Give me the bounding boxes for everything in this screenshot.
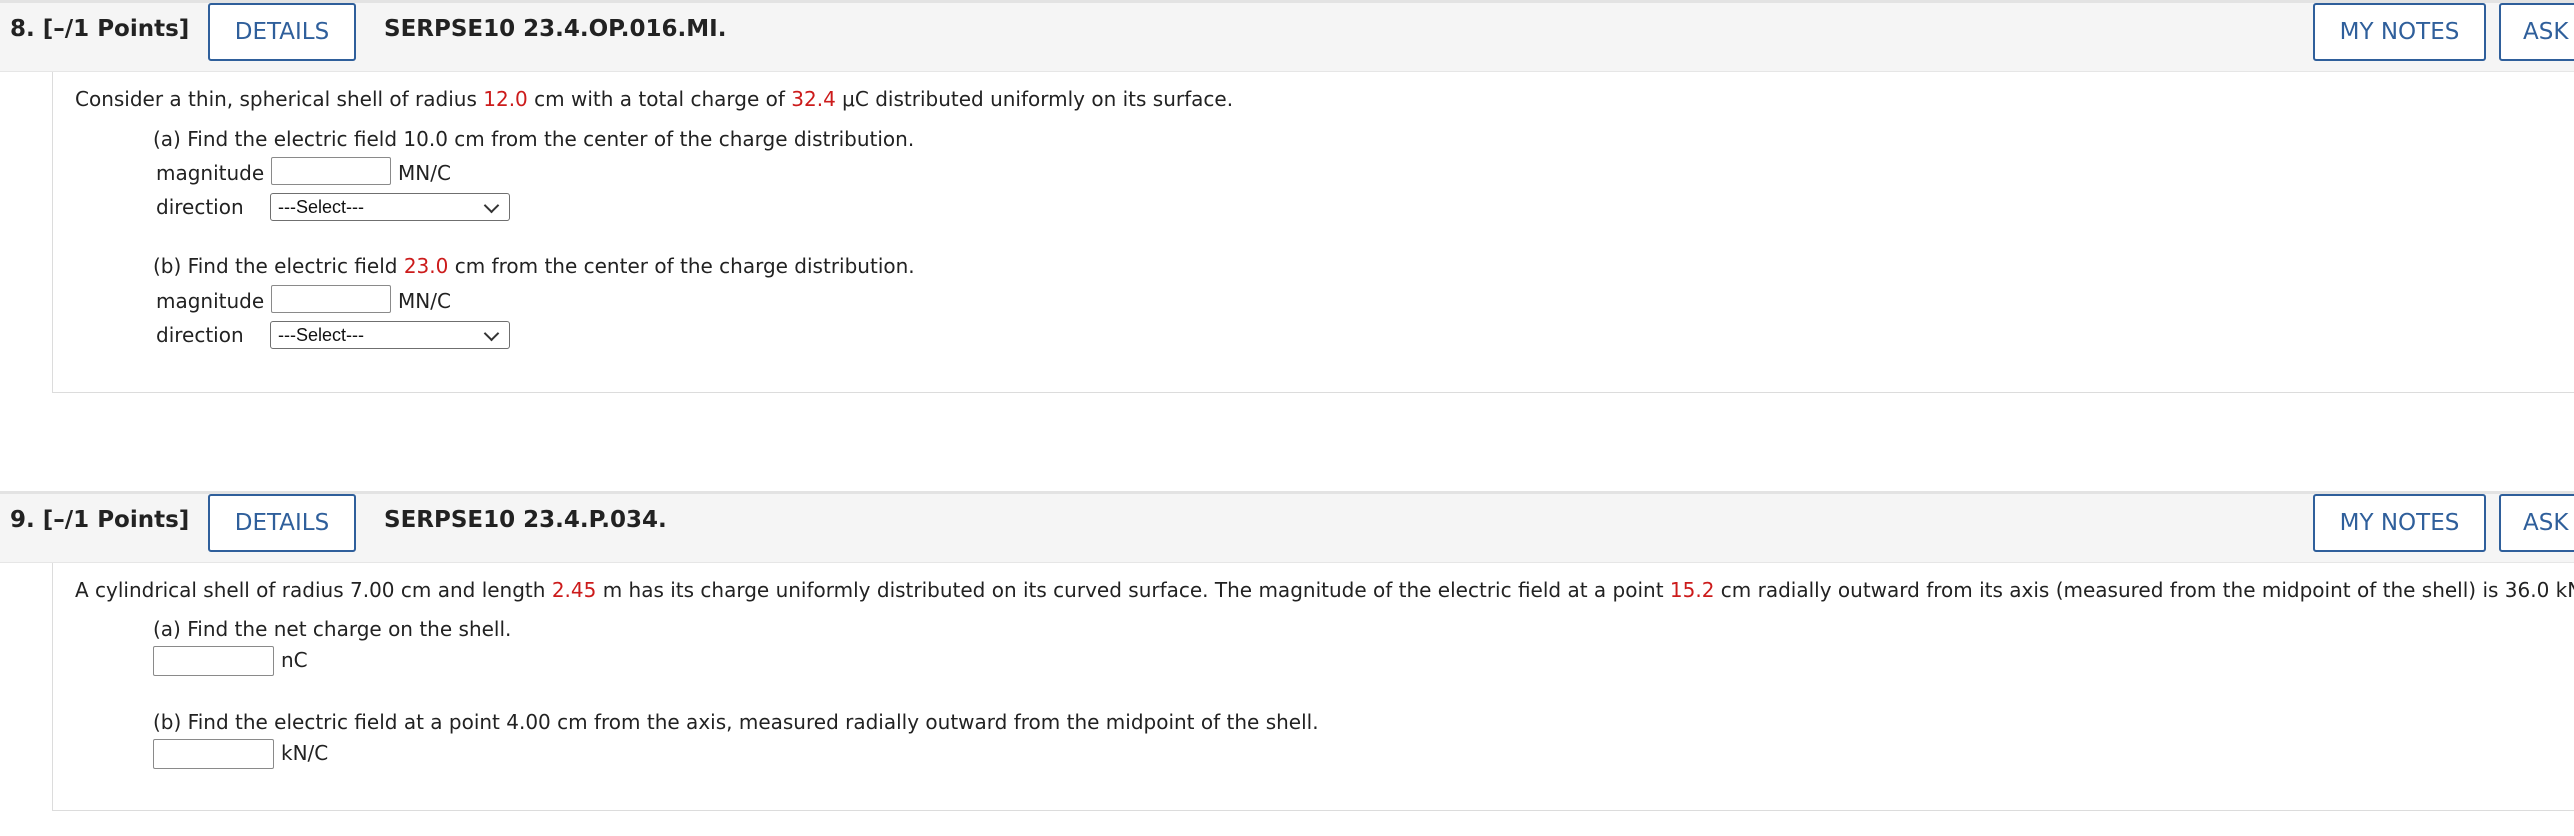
question-9-prompt: A cylindrical shell of radius 7.00 cm an… — [75, 578, 2574, 602]
question-9-part-b-unit: kN/C — [281, 741, 329, 765]
question-9-part-b-text: (b) Find the electric field at a point 4… — [153, 710, 1319, 734]
question-8-details-button[interactable]: DETAILS — [208, 3, 356, 61]
question-8-part-b-magnitude-label: magnitude — [156, 289, 265, 313]
question-8-part-a-text: (a) Find the electric field 10.0 cm from… — [153, 127, 915, 151]
question-9-details-button[interactable]: DETAILS — [208, 494, 356, 552]
question-9-code: SERPSE10 23.4.P.034. — [384, 507, 667, 533]
question-8-charge-value: 32.4 — [791, 87, 836, 111]
question-9-number: 9. [–/1 Points] — [10, 507, 190, 533]
question-8-prompt: Consider a thin, spherical shell of radi… — [75, 87, 1234, 111]
question-9-ask-button[interactable]: ASK — [2499, 494, 2574, 552]
question-8-my-notes-button[interactable]: MY NOTES — [2313, 3, 2486, 61]
question-8-number: 8. [–/1 Points] — [10, 16, 190, 42]
question-8-ask-button[interactable]: ASK — [2499, 3, 2574, 61]
question-8-part-b-direction-select[interactable]: ---Select--- — [270, 321, 510, 349]
question-8-part-b-direction-selected: ---Select--- — [278, 325, 364, 345]
question-9-part-a-answer-input[interactable] — [153, 646, 274, 676]
question-9-my-notes-button[interactable]: MY NOTES — [2313, 494, 2486, 552]
question-8-part-b-magnitude-input[interactable] — [271, 285, 391, 313]
question-8-part-a-magnitude-input[interactable] — [271, 157, 391, 185]
question-9-length-value: 2.45 — [551, 578, 597, 602]
question-9-part-a-text: (a) Find the net charge on the shell. — [153, 617, 512, 641]
question-8-code: SERPSE10 23.4.OP.016.MI. — [384, 16, 727, 42]
question-9-part-a-unit: nC — [281, 648, 308, 672]
question-8-part-b-direction-label: direction — [156, 323, 244, 347]
question-8-part-b-text: (b) Find the electric field 23.0 cm from… — [153, 254, 915, 278]
question-8-part-b-distance-value: 23.0 — [403, 254, 449, 278]
question-8-radius-value: 12.0 — [483, 87, 528, 111]
question-8-header: 8. [–/1 Points] DETAILS SERPSE10 23.4.OP… — [0, 0, 2574, 72]
question-8-part-a-direction-label: direction — [156, 195, 244, 219]
question-8-part-a-unit: MN/C — [398, 161, 451, 185]
question-8-part-a-magnitude-label: magnitude — [156, 161, 265, 185]
question-8-part-b-unit: MN/C — [398, 289, 451, 313]
chevron-down-icon — [483, 197, 500, 214]
question-8-part-a-direction-selected: ---Select--- — [278, 197, 364, 217]
question-8-part-a-direction-select[interactable]: ---Select--- — [270, 193, 510, 221]
question-9-header: 9. [–/1 Points] DETAILS SERPSE10 23.4.P.… — [0, 491, 2574, 563]
question-9-part-b-answer-input[interactable] — [153, 739, 274, 769]
chevron-down-icon — [483, 325, 500, 342]
question-9-distance-value: 15.2 — [1669, 578, 1715, 602]
